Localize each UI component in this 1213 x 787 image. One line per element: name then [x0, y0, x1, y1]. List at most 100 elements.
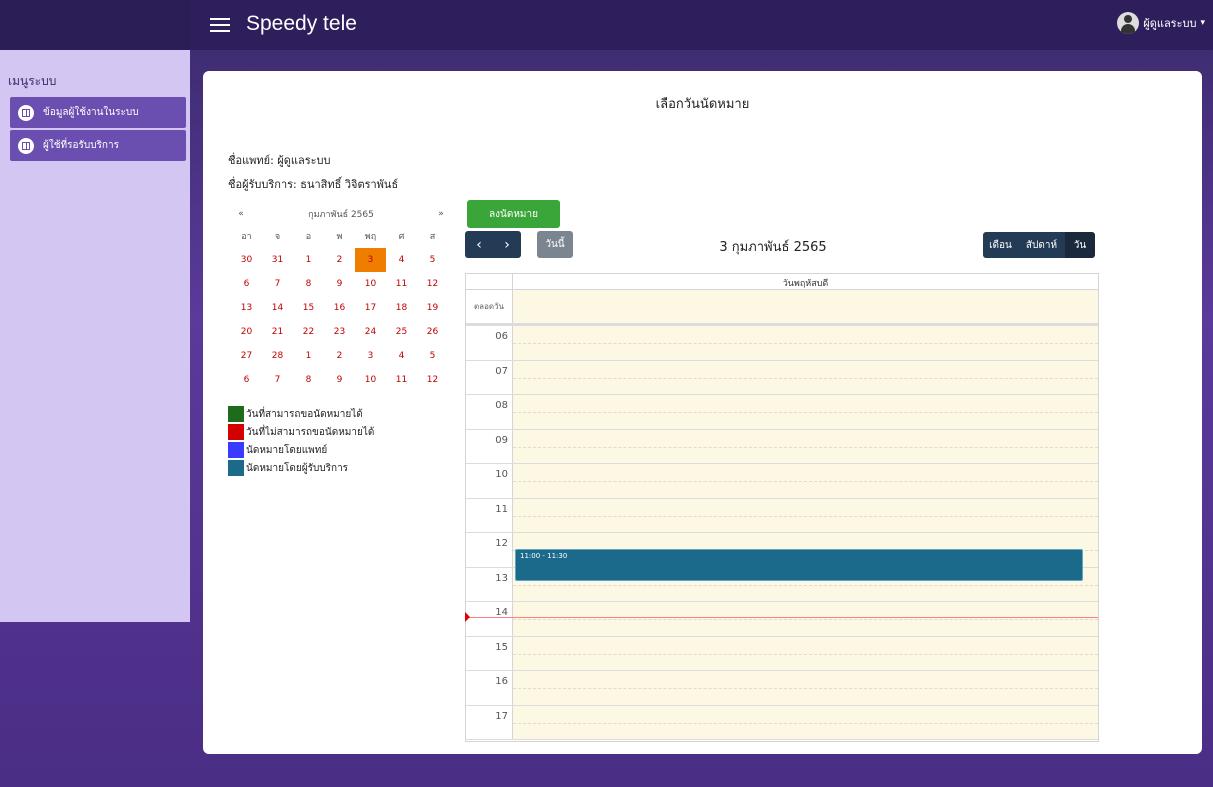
view-month-button[interactable]: เดือน — [983, 232, 1018, 258]
hour-cell[interactable] — [513, 464, 1098, 498]
mini-month-label: กุมภาพันธ์ 2565 — [308, 210, 374, 220]
legend-swatch — [228, 460, 244, 476]
user-avatar-icon — [1117, 12, 1140, 34]
hour-cell[interactable] — [513, 360, 1098, 394]
hour-cell[interactable] — [513, 429, 1098, 463]
appointment-event[interactable]: 11:00 - 11:30 — [515, 549, 1083, 581]
mini-calendar-day[interactable]: 5 — [417, 344, 448, 368]
mini-calendar-day[interactable]: 7 — [262, 272, 293, 296]
hour-cell[interactable] — [513, 326, 1098, 360]
mini-calendar-day[interactable]: 27 — [231, 344, 262, 368]
mini-calendar-day[interactable]: 12 — [417, 368, 448, 392]
weekday-label: ศ — [398, 232, 405, 242]
mini-calendar-day[interactable]: 26 — [417, 320, 448, 344]
hour-cell[interactable] — [513, 705, 1098, 739]
user-menu[interactable]: ผู้ดูแลระบบ ▾ — [1117, 12, 1205, 34]
mini-calendar-day[interactable]: 21 — [262, 320, 293, 344]
mini-calendar-day[interactable]: 11 — [386, 368, 417, 392]
mini-calendar-day[interactable]: 8 — [293, 368, 324, 392]
mini-calendar-day[interactable]: 4 — [386, 248, 417, 272]
hour-label: 10 — [466, 464, 513, 498]
mini-calendar-day[interactable]: 7 — [262, 368, 293, 392]
mini-calendar-day[interactable]: 1 — [293, 344, 324, 368]
mini-calendar-day[interactable]: 6 — [231, 368, 262, 392]
half-hour-divider — [513, 377, 1098, 379]
sidebar-item-label: ผู้ใช้ที่รอรับบริการ — [43, 140, 119, 151]
mini-calendar-day[interactable]: 3 — [355, 344, 386, 368]
top-navbar: Speedy tele ผู้ดูแลระบบ ▾ — [0, 0, 1213, 50]
add-appointment-button[interactable]: ลงนัดหมาย — [467, 200, 560, 228]
caret-down-icon: ▾ — [1200, 18, 1205, 28]
mini-calendar-day[interactable]: 1 — [293, 248, 324, 272]
mini-calendar-day[interactable]: 12 — [417, 272, 448, 296]
legend-swatch — [228, 424, 244, 440]
legend-label: นัดหมายโดยแพทย์ — [246, 444, 328, 456]
legend-swatch — [228, 442, 244, 458]
legend: วันที่สามารถขอนัดหมายได้ วันที่ไม่สามารถข… — [228, 405, 374, 477]
mini-calendar-day[interactable]: 2 — [324, 248, 355, 272]
mini-calendar-day[interactable]: 8 — [293, 272, 324, 296]
allday-row: ตลอดวัน — [466, 290, 1098, 326]
sidebar: เมนูระบบ ข้อมูลผู้ใช้งานในระบบ ผู้ใช้ที่… — [0, 50, 190, 622]
mini-calendar-day[interactable]: 24 — [355, 320, 386, 344]
hour-cell[interactable] — [513, 602, 1098, 636]
half-hour-divider — [513, 722, 1098, 724]
mini-calendar-day[interactable]: 9 — [324, 272, 355, 296]
mini-calendar-day[interactable]: 18 — [386, 296, 417, 320]
mini-calendar-day[interactable]: 17 — [355, 296, 386, 320]
legend-label: นัดหมายโดยผู้รับบริการ — [246, 462, 349, 474]
mini-next-button[interactable]: » — [431, 209, 451, 219]
weekday-label: อา — [241, 232, 252, 242]
hour-row: 14 — [466, 602, 1098, 637]
mini-calendar-day[interactable]: 20 — [231, 320, 262, 344]
mini-calendar-day[interactable]: 19 — [417, 296, 448, 320]
mini-calendar-day[interactable]: 10 — [355, 368, 386, 392]
hour-cell[interactable] — [513, 395, 1098, 429]
allday-cell[interactable] — [513, 290, 1098, 323]
mini-calendar-day[interactable]: 23 — [324, 320, 355, 344]
half-hour-divider — [513, 481, 1098, 482]
mini-calendar-day[interactable]: 31 — [262, 248, 293, 272]
mini-calendar-day[interactable]: 5 — [417, 248, 448, 272]
weekday-label: ส — [429, 232, 436, 242]
next-button[interactable]: › — [493, 231, 521, 258]
half-hour-divider — [513, 412, 1098, 413]
sidebar-item-label: ข้อมูลผู้ใช้งานในระบบ — [43, 107, 139, 118]
legend-item: นัดหมายโดยผู้รับบริการ — [228, 459, 374, 477]
prev-button[interactable]: ‹ — [465, 231, 493, 258]
hour-label: 06 — [466, 326, 513, 360]
mini-calendar-day[interactable]: 4 — [386, 344, 417, 368]
hour-row: 07 — [466, 360, 1098, 395]
allday-label: ตลอดวัน — [466, 290, 513, 323]
mini-calendar-day[interactable]: 22 — [293, 320, 324, 344]
hamburger-menu-icon[interactable] — [210, 14, 230, 36]
hour-cell[interactable] — [513, 498, 1098, 532]
mini-calendar-day[interactable]: 14 — [262, 296, 293, 320]
mini-calendar-day[interactable]: 11 — [386, 272, 417, 296]
mini-calendar-day[interactable]: 6 — [231, 272, 262, 296]
half-hour-divider — [513, 446, 1098, 448]
hour-cell[interactable] — [513, 636, 1098, 670]
mini-calendar-day[interactable]: 28 — [262, 344, 293, 368]
mini-calendar-day[interactable]: 9 — [324, 368, 355, 392]
mini-calendar-day[interactable]: 25 — [386, 320, 417, 344]
view-day-button[interactable]: วัน — [1065, 232, 1095, 258]
hour-row: 08 — [466, 395, 1098, 430]
sidebar-item-waiting[interactable]: ผู้ใช้ที่รอรับบริการ — [10, 130, 186, 161]
mini-calendar-day[interactable]: 16 — [324, 296, 355, 320]
weekday-label: พฤ — [364, 232, 377, 242]
sidebar-item-users[interactable]: ข้อมูลผู้ใช้งานในระบบ — [10, 97, 186, 128]
mini-calendar-day[interactable]: 15 — [293, 296, 324, 320]
hour-cell[interactable] — [513, 671, 1098, 705]
today-button[interactable]: วันนี้ — [537, 231, 573, 258]
view-week-button[interactable]: สัปดาห์ — [1018, 232, 1065, 258]
mini-calendar-day[interactable]: 2 — [324, 344, 355, 368]
hour-slots: 06 07 08 09 10 11 12 13 14 15 16 17 11:00 - 11:30 — [465, 326, 1098, 740]
mini-calendar-day[interactable]: 10 — [355, 272, 386, 296]
mini-calendar-day[interactable]: 3 — [355, 248, 386, 272]
mini-calendar-day[interactable]: 13 — [231, 296, 262, 320]
brand-title[interactable]: Speedy tele — [246, 12, 357, 36]
mini-prev-button[interactable]: « — [231, 209, 251, 219]
mini-calendar-day[interactable]: 30 — [231, 248, 262, 272]
hour-label: 15 — [466, 636, 513, 670]
